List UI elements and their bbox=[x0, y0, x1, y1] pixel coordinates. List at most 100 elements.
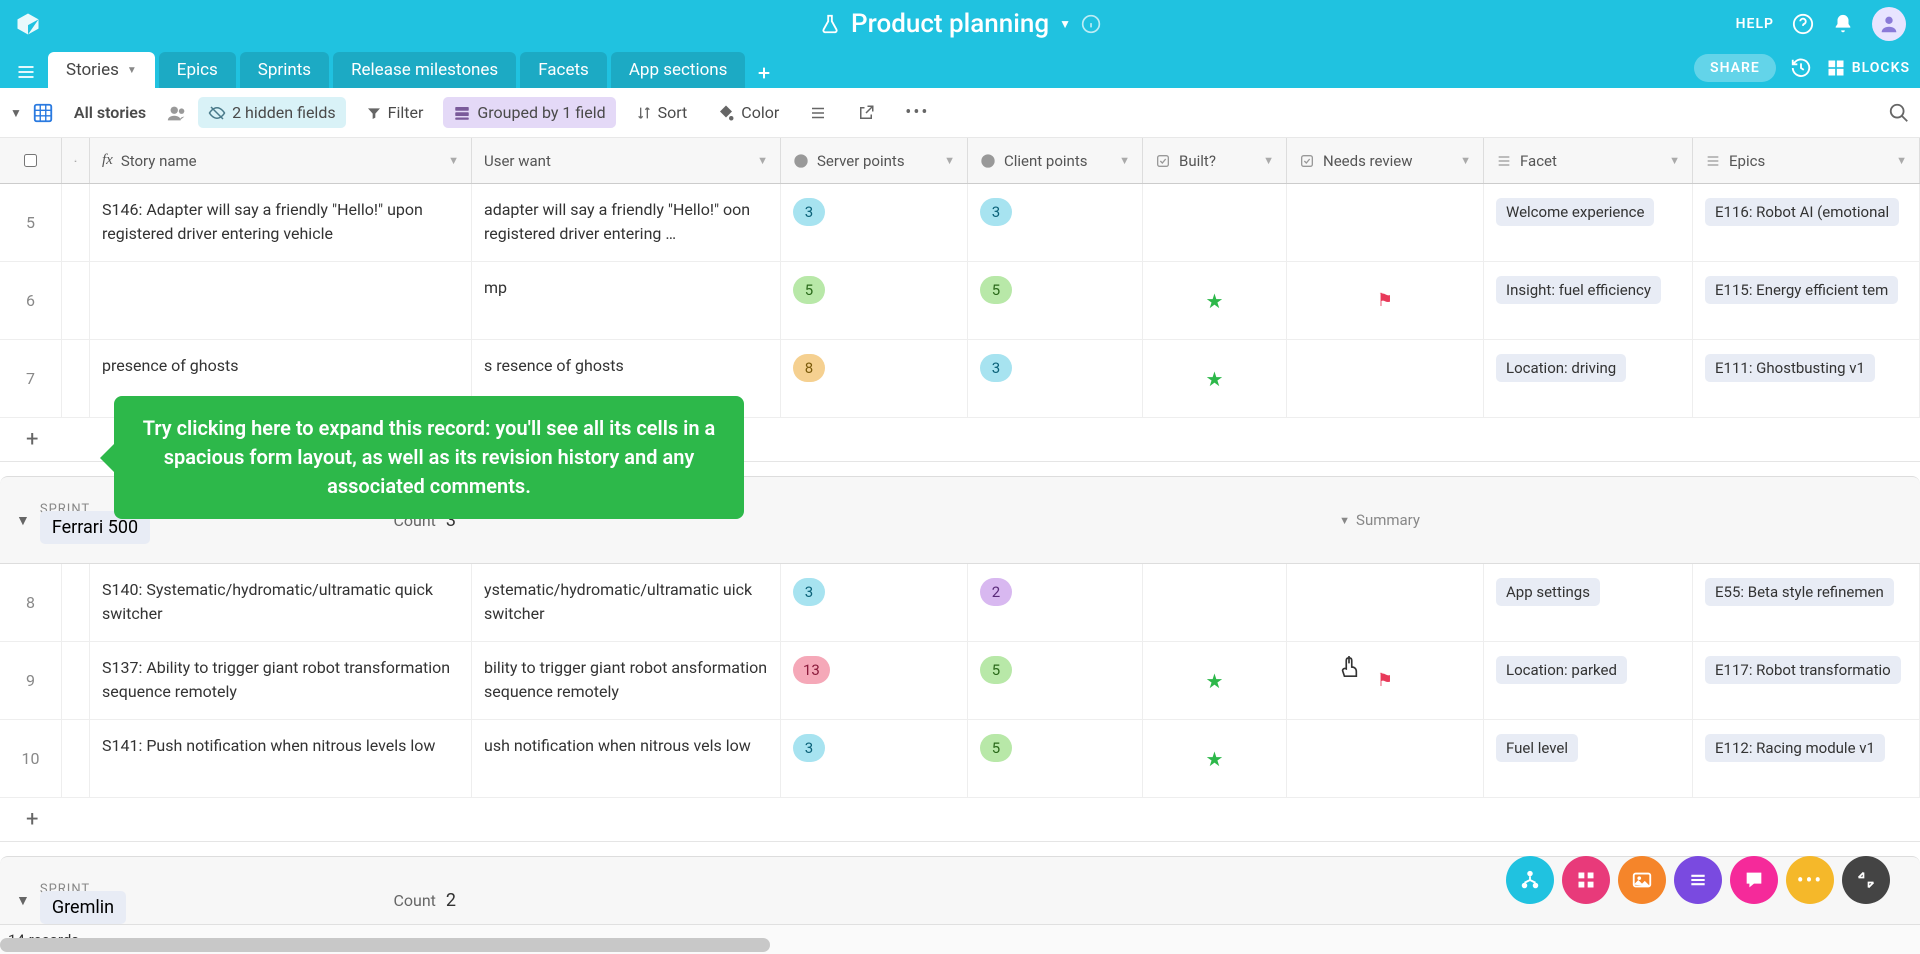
tab-facets[interactable]: Facets bbox=[520, 52, 607, 88]
cell-story-name[interactable]: S137: Ability to trigger giant robot tra… bbox=[90, 642, 472, 719]
view-menu-icon[interactable]: ▼ bbox=[10, 106, 22, 120]
column-built[interactable]: Built?▼ bbox=[1143, 138, 1287, 183]
base-title[interactable]: Product planning bbox=[851, 9, 1049, 39]
cell-review[interactable] bbox=[1287, 340, 1484, 417]
column-story-name[interactable]: fxStory name▼ bbox=[90, 138, 472, 183]
cell-epics[interactable]: E112: Racing module v1 bbox=[1693, 720, 1920, 797]
column-facet[interactable]: Facet▼ bbox=[1484, 138, 1693, 183]
cell-epics[interactable]: E117: Robot transformatio bbox=[1693, 642, 1920, 719]
summary-dropdown[interactable]: ▼ Summary bbox=[1339, 511, 1420, 529]
fab-apps[interactable] bbox=[1562, 856, 1610, 904]
cell-built[interactable]: ★ bbox=[1143, 262, 1287, 339]
cell-review[interactable] bbox=[1287, 564, 1484, 641]
tab-release-milestones[interactable]: Release milestones bbox=[333, 52, 516, 88]
column-client-points[interactable]: Client points▼ bbox=[968, 138, 1143, 183]
cell-client-points[interactable]: 5 bbox=[968, 720, 1143, 797]
column-server-points[interactable]: Server points▼ bbox=[781, 138, 968, 183]
share-view-button[interactable] bbox=[847, 98, 885, 128]
cell-built[interactable]: ★ bbox=[1143, 642, 1287, 719]
cell-server-points[interactable]: 13 bbox=[781, 642, 968, 719]
sort-button[interactable]: Sort bbox=[626, 97, 698, 128]
table-row[interactable]: 10 S141: Push notification when nitrous … bbox=[0, 720, 1920, 798]
cell-facet[interactable]: Location: parked bbox=[1484, 642, 1693, 719]
help-icon[interactable] bbox=[1792, 13, 1814, 35]
cell-server-points[interactable]: 8 bbox=[781, 340, 968, 417]
fab-image[interactable] bbox=[1618, 856, 1666, 904]
fab-org-chart[interactable] bbox=[1506, 856, 1554, 904]
tab-stories[interactable]: Stories▼ bbox=[48, 52, 155, 88]
cell-client-points[interactable]: 2 bbox=[968, 564, 1143, 641]
cell-epics[interactable]: E115: Energy efficient tem bbox=[1693, 262, 1920, 339]
cell-review[interactable] bbox=[1287, 184, 1484, 261]
cell-user-want[interactable]: adapter will say a friendly "Hello!" oon… bbox=[472, 184, 781, 261]
help-link[interactable]: HELP bbox=[1736, 16, 1774, 32]
cell-facet[interactable]: Insight: fuel efficiency bbox=[1484, 262, 1693, 339]
column-epics[interactable]: Epics▼ bbox=[1693, 138, 1920, 183]
blocks-button[interactable]: BLOCKS bbox=[1826, 58, 1910, 78]
group-button[interactable]: Grouped by 1 field bbox=[443, 97, 615, 128]
fab-collapse[interactable] bbox=[1842, 856, 1890, 904]
cell-epics[interactable]: E111: Ghostbusting v1 bbox=[1693, 340, 1920, 417]
tab-epics[interactable]: Epics bbox=[159, 52, 236, 88]
cell-epics[interactable]: E116: Robot AI (emotional bbox=[1693, 184, 1920, 261]
cell-client-points[interactable]: 5 bbox=[968, 642, 1143, 719]
add-row-button[interactable]: + bbox=[26, 427, 38, 452]
cell-user-want[interactable]: ush notification when nitrous vels low bbox=[472, 720, 781, 797]
table-row[interactable]: 8 S140: Systematic/hydromatic/ultramatic… bbox=[0, 564, 1920, 642]
column-needs-review[interactable]: Needs review▼ bbox=[1287, 138, 1484, 183]
cell-server-points[interactable]: 3 bbox=[781, 184, 968, 261]
cell-client-points[interactable]: 3 bbox=[968, 340, 1143, 417]
title-dropdown-icon[interactable]: ▼ bbox=[1059, 17, 1071, 31]
cell-built[interactable] bbox=[1143, 184, 1287, 261]
add-table-button[interactable] bbox=[749, 58, 779, 88]
search-icon[interactable] bbox=[1888, 102, 1910, 124]
cell-review[interactable]: ⚑ bbox=[1287, 262, 1484, 339]
column-user-want[interactable]: User want▼ bbox=[472, 138, 781, 183]
info-icon[interactable] bbox=[1081, 14, 1101, 34]
more-options-button[interactable]: ••• bbox=[895, 96, 939, 129]
select-all-checkbox[interactable] bbox=[24, 154, 37, 167]
avatar[interactable] bbox=[1872, 7, 1906, 41]
cell-user-want[interactable]: mp bbox=[472, 262, 781, 339]
cell-built[interactable] bbox=[1143, 564, 1287, 641]
cell-story-name[interactable] bbox=[90, 262, 472, 339]
cell-user-want[interactable]: ystematic/hydromatic/ultramatic uick swi… bbox=[472, 564, 781, 641]
cell-epics[interactable]: E55: Beta style refinemen bbox=[1693, 564, 1920, 641]
cell-client-points[interactable]: 3 bbox=[968, 184, 1143, 261]
share-button[interactable]: SHARE bbox=[1694, 54, 1776, 82]
cell-built[interactable]: ★ bbox=[1143, 720, 1287, 797]
cell-built[interactable]: ★ bbox=[1143, 340, 1287, 417]
fab-chat[interactable] bbox=[1730, 856, 1778, 904]
tab-sprints[interactable]: Sprints bbox=[240, 52, 329, 88]
filter-button[interactable]: Filter bbox=[356, 97, 434, 128]
group-toggle[interactable]: ▼ bbox=[16, 892, 30, 909]
fab-more[interactable]: ••• bbox=[1786, 856, 1834, 904]
bell-icon[interactable] bbox=[1832, 13, 1854, 35]
cell-facet[interactable]: Fuel level bbox=[1484, 720, 1693, 797]
color-button[interactable]: Color bbox=[707, 97, 789, 128]
cell-facet[interactable]: Location: driving bbox=[1484, 340, 1693, 417]
tab-app-sections[interactable]: App sections bbox=[611, 52, 746, 88]
view-name[interactable]: All stories bbox=[64, 97, 156, 128]
horizontal-scrollbar[interactable] bbox=[0, 938, 770, 952]
collaborators-icon[interactable] bbox=[166, 102, 188, 124]
cell-user-want[interactable]: bility to trigger giant robot ansformati… bbox=[472, 642, 781, 719]
group-toggle[interactable]: ▼ bbox=[16, 512, 30, 529]
fab-list[interactable] bbox=[1674, 856, 1722, 904]
cell-review[interactable]: ⚑ bbox=[1287, 642, 1484, 719]
table-row[interactable]: 6 mp 5 5 ★ ⚑ Insight: fuel efficiency E1… bbox=[0, 262, 1920, 340]
cell-story-name[interactable]: S146: Adapter will say a friendly "Hello… bbox=[90, 184, 472, 261]
menu-icon[interactable] bbox=[10, 56, 42, 88]
table-row[interactable]: 9 S137: Ability to trigger giant robot t… bbox=[0, 642, 1920, 720]
cell-review[interactable] bbox=[1287, 720, 1484, 797]
table-row[interactable]: 5 S146: Adapter will say a friendly "Hel… bbox=[0, 184, 1920, 262]
cell-facet[interactable]: Welcome experience bbox=[1484, 184, 1693, 261]
cell-server-points[interactable]: 3 bbox=[781, 720, 968, 797]
row-height-button[interactable] bbox=[799, 98, 837, 128]
cell-server-points[interactable]: 3 bbox=[781, 564, 968, 641]
cell-story-name[interactable]: S141: Push notification when nitrous lev… bbox=[90, 720, 472, 797]
cell-server-points[interactable]: 5 bbox=[781, 262, 968, 339]
cell-facet[interactable]: App settings bbox=[1484, 564, 1693, 641]
hidden-fields-button[interactable]: 2 hidden fields bbox=[198, 97, 346, 128]
add-row-button[interactable]: + bbox=[26, 807, 38, 832]
